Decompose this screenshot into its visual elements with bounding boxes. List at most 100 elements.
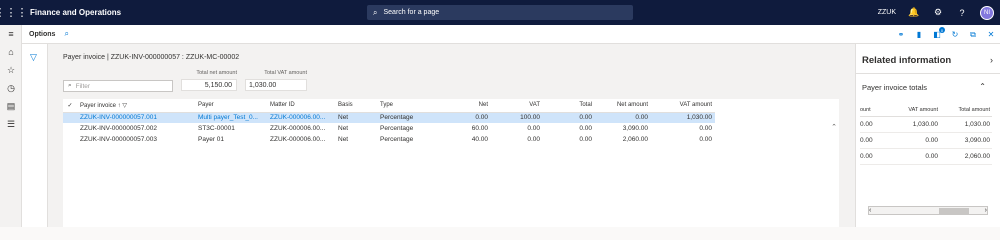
grid-filter-input[interactable]: ⌕ Filter: [63, 80, 173, 92]
payer-invoice-totals-header[interactable]: Payer invoice totals: [862, 83, 927, 92]
app-title[interactable]: Finance and Operations: [30, 8, 121, 17]
column-header-vat[interactable]: VAT: [491, 99, 543, 113]
grid-header-row: ✓ Payer invoice ↑ ▽ Payer Matter ID Basi…: [63, 99, 715, 113]
select-all-checkbox[interactable]: ✓: [63, 99, 77, 113]
column-header-total[interactable]: Total: [543, 99, 595, 113]
filter-search-icon: ⌕: [68, 82, 72, 89]
pane-collapse-chevron-icon[interactable]: ›: [990, 55, 993, 65]
cell-net-amount: 2,060.00: [622, 136, 648, 143]
table-row[interactable]: ZZUK-INV-000000057.001 Multi payer_Test_…: [63, 112, 715, 123]
column-header-matter-id[interactable]: Matter ID: [267, 99, 335, 113]
column-header-total-amount[interactable]: Total amount: [940, 104, 992, 117]
payer-invoice-grid: ✓ Payer invoice ↑ ▽ Payer Matter ID Basi…: [63, 99, 839, 227]
table-row[interactable]: 0.00 0.00 2,060.00: [860, 148, 992, 165]
cell-amount: 0.00: [860, 148, 890, 165]
cell-payer-invoice[interactable]: ZZUK-INV-000000057.001: [77, 112, 195, 123]
table-row[interactable]: 0.00 1,030.00 1,030.00: [860, 116, 992, 133]
cell-total: 0.00: [579, 136, 592, 143]
cell-amount: 0.00: [860, 132, 890, 149]
cell-vat-amount: 0.00: [699, 125, 712, 132]
company-picker[interactable]: ZZUK: [878, 9, 896, 16]
related-information-pane: Related information › Payer invoice tota…: [855, 44, 1000, 227]
grid-scroll-up-icon[interactable]: ⌃: [831, 123, 837, 131]
attachments-icon[interactable]: ◧ 0: [932, 27, 945, 39]
cell-payer-invoice[interactable]: ZZUK-INV-000000057.002: [77, 123, 195, 134]
row-checkbox[interactable]: [63, 112, 77, 123]
horizontal-scrollbar[interactable]: ‹ ›: [868, 206, 988, 215]
total-vat-amount-value: 1,030.00: [245, 79, 307, 91]
scroll-left-icon[interactable]: ‹: [869, 207, 871, 214]
cell-payer[interactable]: Payer 01: [195, 134, 267, 145]
table-row[interactable]: ZZUK-INV-000000057.003 Payer 01 ZZUK-000…: [63, 134, 715, 145]
column-header-net[interactable]: Net: [451, 99, 491, 113]
app-launcher-icon[interactable]: ⋮⋮⋮: [0, 0, 28, 25]
refresh-icon[interactable]: ↻: [950, 30, 960, 39]
action-pane-right-tools: ⚭ ▮ ◧ 0 ↻ ⧉ ✕: [896, 25, 996, 44]
total-net-amount: Total net amount 5,150.00: [181, 70, 237, 91]
search-icon: ⌕: [373, 7, 378, 17]
modules-list-icon[interactable]: ☰: [0, 115, 22, 133]
cell-vat-amount: 0.00: [890, 132, 940, 149]
cell-type: Percentage: [377, 112, 451, 123]
cell-type: Percentage: [380, 136, 414, 143]
search-placeholder: Search for a page: [383, 9, 440, 16]
payer-invoice-totals-grid: ount VAT amount Total amount 0.00 1,030.…: [860, 104, 992, 165]
table-row[interactable]: 0.00 0.00 3,090.00: [860, 132, 992, 149]
cell-matter-id[interactable]: ZZUK-000006.00...: [267, 123, 335, 134]
cell-matter-id[interactable]: ZZUK-000006.00...: [267, 112, 335, 123]
cell-payer[interactable]: ST3C-00001: [195, 123, 267, 134]
column-header-payer[interactable]: Payer: [195, 99, 267, 113]
total-vat-amount-label: Total VAT amount: [264, 70, 307, 76]
help-icon[interactable]: ?: [956, 8, 968, 18]
column-header-amount[interactable]: ount: [860, 104, 890, 117]
column-header-net-amount[interactable]: Net amount: [595, 99, 651, 113]
workspaces-icon[interactable]: ▤: [0, 97, 22, 115]
divider: [856, 73, 1000, 74]
column-header-vat-amount[interactable]: VAT amount: [890, 104, 940, 117]
cell-total-amount: 3,090.00: [940, 132, 992, 149]
row-checkbox[interactable]: [63, 123, 77, 134]
hamburger-menu-icon[interactable]: ≡: [0, 25, 22, 43]
cell-vat-amount: 1,030.00: [890, 116, 940, 133]
filter-placeholder: Filter: [75, 82, 91, 90]
top-navigation-bar: ⋮⋮⋮ Finance and Operations ⌕ Search for …: [0, 0, 1000, 25]
cell-vat: 100.00: [491, 112, 543, 123]
close-icon[interactable]: ✕: [986, 30, 996, 39]
link-icon[interactable]: ⚭: [896, 30, 906, 39]
filter-funnel-icon[interactable]: ▽: [30, 52, 47, 63]
main-content: Payer invoice | ZZUK-INV-000000057 : ZZU…: [48, 44, 855, 227]
cell-matter-id[interactable]: ZZUK-000006.00...: [267, 134, 335, 145]
column-header-type[interactable]: Type: [377, 99, 451, 113]
options-tab[interactable]: Options: [29, 31, 55, 38]
cell-total: 0.00: [579, 125, 592, 132]
column-header-vat-amount[interactable]: VAT amount: [651, 99, 715, 113]
scroll-right-icon[interactable]: ›: [985, 207, 987, 214]
cell-vat: 0.00: [527, 125, 540, 132]
chevron-up-icon[interactable]: ⌃: [979, 82, 986, 91]
cell-amount: 0.00: [860, 116, 890, 133]
cell-payer[interactable]: Multi payer_Test_0...: [195, 112, 267, 123]
cell-payer-invoice[interactable]: ZZUK-INV-000000057.003: [77, 134, 195, 145]
favorites-star-icon[interactable]: ☆: [0, 61, 22, 79]
table-row[interactable]: ZZUK-INV-000000057.002 ST3C-00001 ZZUK-0…: [63, 123, 715, 134]
cell-net: 0.00: [451, 112, 491, 123]
settings-gear-icon[interactable]: ⚙: [932, 7, 944, 18]
total-net-amount-label: Total net amount: [196, 70, 237, 76]
recent-clock-icon[interactable]: ◷: [0, 79, 22, 97]
cell-basis: Net: [335, 112, 377, 123]
column-header-basis[interactable]: Basis: [335, 99, 377, 113]
global-search-input[interactable]: ⌕ Search for a page: [367, 5, 633, 20]
action-search-icon[interactable]: ⌕: [64, 29, 68, 39]
user-avatar[interactable]: NI: [980, 5, 994, 20]
left-navigation-pane: ≡ ⌂ ☆ ◷ ▤ ☰: [0, 25, 22, 227]
row-checkbox[interactable]: [63, 134, 77, 145]
notifications-icon[interactable]: 🔔: [908, 7, 920, 18]
home-icon[interactable]: ⌂: [0, 43, 22, 61]
cell-total-amount: 2,060.00: [940, 148, 992, 165]
office-icon[interactable]: ▮: [914, 30, 924, 39]
open-new-window-icon[interactable]: ⧉: [968, 30, 978, 40]
cell-vat-amount: 0.00: [699, 136, 712, 143]
column-header-payer-invoice[interactable]: Payer invoice ↑ ▽: [77, 99, 195, 113]
column-filter-icon[interactable]: ▽: [122, 103, 127, 109]
scrollbar-thumb[interactable]: [939, 208, 969, 214]
